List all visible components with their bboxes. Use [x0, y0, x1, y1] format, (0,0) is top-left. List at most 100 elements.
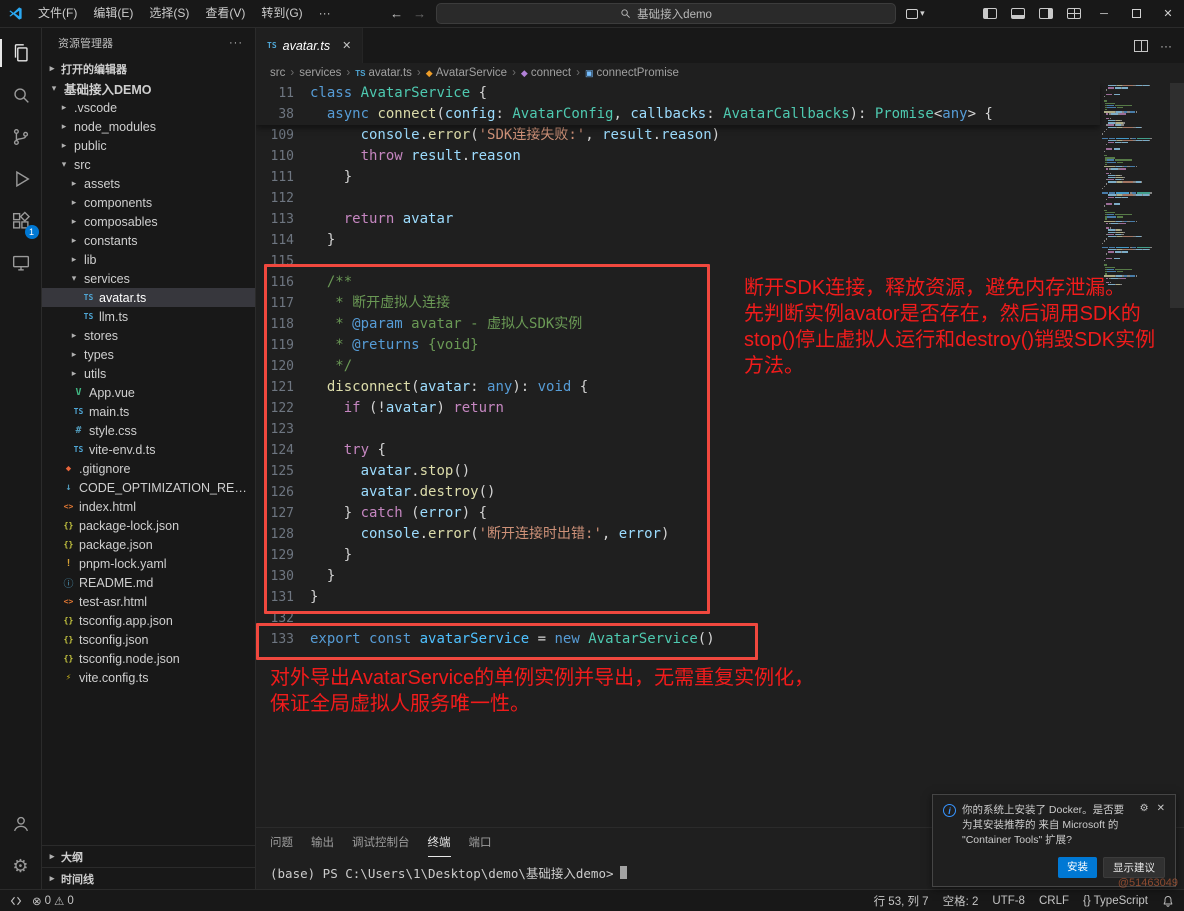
menubar-item-···[interactable]: ···	[311, 0, 339, 27]
tree-item-.gitignore[interactable]: ◆ .gitignore	[42, 459, 255, 478]
notification-gear-icon[interactable]: ⚙	[1140, 803, 1149, 814]
minimize-button[interactable]: ─	[1088, 0, 1120, 27]
tree-item-tsconfig.json[interactable]: {} tsconfig.json	[42, 630, 255, 649]
tree-item-tsconfig.node.json[interactable]: {} tsconfig.node.json	[42, 649, 255, 668]
tree-item-pnpm-lock.yaml[interactable]: ! pnpm-lock.yaml	[42, 554, 255, 573]
problems-status[interactable]: ⊗ 0 ⚠ 0	[32, 894, 74, 908]
toggle-secondary-sidebar-icon[interactable]	[1039, 8, 1053, 19]
tree-item-components[interactable]: ▸ components	[42, 193, 255, 212]
tree-item-llm.ts[interactable]: TS llm.ts	[42, 307, 255, 326]
tree-item-index.html[interactable]: <> index.html	[42, 497, 255, 516]
breadcrumb-connect[interactable]: ◆ connect	[521, 67, 571, 79]
tree-item-CODE_OPTIMIZATION_REPORT.md[interactable]: ↓ CODE_OPTIMIZATION_REPORT.md	[42, 478, 255, 497]
open-editors-label: 打开的编辑器	[61, 63, 127, 76]
field-symbol-icon: ▣	[584, 67, 594, 78]
activity-search[interactable]	[0, 74, 42, 116]
tree-item-lib[interactable]: ▸ lib	[42, 250, 255, 269]
tree-item-public[interactable]: ▸ public	[42, 136, 255, 155]
tree-item-stores[interactable]: ▸ stores	[42, 326, 255, 345]
tree-item-services[interactable]: ▾ services	[42, 269, 255, 288]
file-icon-json: {}	[63, 654, 74, 663]
tree-item-package-lock.json[interactable]: {} package-lock.json	[42, 516, 255, 535]
editor-scrollbar[interactable]	[1170, 83, 1184, 827]
activity-run-debug[interactable]	[0, 158, 42, 200]
menubar-item-文件(F)[interactable]: 文件(F)	[30, 0, 85, 27]
copilot-dropdown-icon[interactable]: ▾	[906, 8, 925, 19]
outline-section[interactable]: ▸ 大纲	[42, 845, 255, 867]
remote-icon[interactable]	[10, 895, 22, 907]
breadcrumb-avatar.ts[interactable]: TS avatar.ts	[355, 67, 412, 79]
tree-item-types[interactable]: ▸ types	[42, 345, 255, 364]
activity-source-control[interactable]	[0, 116, 42, 158]
menubar-item-转到(G)[interactable]: 转到(G)	[253, 0, 310, 27]
panel-tab-问题[interactable]: 问题	[270, 828, 293, 857]
breadcrumb-services[interactable]: services	[299, 67, 341, 79]
tree-item-vite-env.d.ts[interactable]: TS vite-env.d.ts	[42, 440, 255, 459]
split-editor-icon[interactable]	[1134, 39, 1148, 52]
tree-item-main.ts[interactable]: TS main.ts	[42, 402, 255, 421]
editor-more-icon[interactable]: ···	[1160, 39, 1172, 53]
minimap[interactable]	[1102, 85, 1170, 286]
line-number: 113	[270, 212, 294, 227]
tree-item-.vscode[interactable]: ▸ .vscode	[42, 98, 255, 117]
panel-tab-调试控制台[interactable]: 调试控制台	[352, 828, 410, 857]
tree-item-assets[interactable]: ▸ assets	[42, 174, 255, 193]
tree-item-vite.config.ts[interactable]: ⚡ vite.config.ts	[42, 668, 255, 687]
back-arrow-icon[interactable]: ←	[390, 6, 403, 21]
sidebar-more-icon[interactable]: ···	[229, 37, 243, 49]
status-行 53, 列 7[interactable]: 行 53, 列 7	[874, 893, 929, 909]
tree-item-style.css[interactable]: # style.css	[42, 421, 255, 440]
command-center-search[interactable]: 基础接入demo	[436, 3, 897, 24]
maximize-button[interactable]	[1120, 0, 1152, 27]
toggle-sidebar-icon[interactable]	[983, 8, 997, 19]
show-recommendations-button[interactable]: 显示建议	[1103, 856, 1165, 878]
panel-tab-终端[interactable]: 终端	[427, 828, 451, 857]
tab-close-icon[interactable]: ✕	[342, 39, 351, 52]
open-editors-section[interactable]: ▸ 打开的编辑器	[42, 58, 255, 79]
tree-item-test-asr.html[interactable]: <> test-asr.html	[42, 592, 255, 611]
tree-item-package.json[interactable]: {} package.json	[42, 535, 255, 554]
menubar-item-编辑(E)[interactable]: 编辑(E)	[85, 0, 141, 27]
ts-symbol-icon: TS	[355, 68, 366, 78]
activity-accounts[interactable]	[0, 803, 42, 845]
status-UTF-8[interactable]: UTF-8	[992, 895, 1025, 907]
panel-tab-端口[interactable]: 端口	[469, 828, 492, 857]
notifications-bell-icon[interactable]	[1162, 895, 1174, 907]
line-number: 11	[278, 86, 294, 101]
tree-item-基础接入DEMO[interactable]: ▾ 基础接入DEMO	[42, 79, 255, 98]
breadcrumb-src[interactable]: src	[270, 67, 285, 79]
tree-item-utils[interactable]: ▸ utils	[42, 364, 255, 383]
tree-item-App.vue[interactable]: V App.vue	[42, 383, 255, 402]
activity-extensions[interactable]: 1	[0, 200, 42, 242]
code-editor[interactable]: 109 console.error('SDK连接失败:', result.rea…	[256, 83, 1184, 827]
notification-close-icon[interactable]: ✕	[1157, 803, 1165, 814]
tree-item-tsconfig.app.json[interactable]: {} tsconfig.app.json	[42, 611, 255, 630]
activity-remote-explorer[interactable]	[0, 242, 42, 284]
status-空格: 2[interactable]: 空格: 2	[943, 893, 979, 909]
status-CRLF[interactable]: CRLF	[1039, 895, 1069, 907]
tree-item-node_modules[interactable]: ▸ node_modules	[42, 117, 255, 136]
forward-arrow-icon[interactable]: →	[413, 6, 426, 21]
activity-settings-gear[interactable]: ⚙	[0, 845, 42, 887]
install-button[interactable]: 安装	[1058, 856, 1097, 878]
tab-avatar-ts[interactable]: TS avatar.ts ✕	[256, 28, 364, 63]
timeline-section[interactable]: ▸ 时间线	[42, 867, 255, 889]
breadcrumb-connectPromise[interactable]: ▣ connectPromise	[585, 67, 679, 79]
tree-item-composables[interactable]: ▸ composables	[42, 212, 255, 231]
toggle-panel-icon[interactable]	[1011, 8, 1025, 19]
menubar-item-选择(S)[interactable]: 选择(S)	[141, 0, 197, 27]
menubar-item-查看(V)[interactable]: 查看(V)	[197, 0, 253, 27]
tree-item-README.md[interactable]: ⓘ README.md	[42, 573, 255, 592]
panel-tab-输出[interactable]: 输出	[311, 828, 334, 857]
sidebar-title: 资源管理器	[58, 38, 113, 50]
close-window-button[interactable]: ✕	[1152, 0, 1184, 27]
tree-item-constants[interactable]: ▸ constants	[42, 231, 255, 250]
status-{} TypeScript[interactable]: {} TypeScript	[1083, 895, 1148, 907]
tree-item-src[interactable]: ▾ src	[42, 155, 255, 174]
breadcrumb-AvatarService[interactable]: ◆ AvatarService	[426, 67, 507, 79]
tree-label: README.md	[79, 575, 154, 590]
tree-item-avatar.ts[interactable]: TS avatar.ts	[42, 288, 255, 307]
tree-label: llm.ts	[99, 309, 129, 324]
activity-explorer[interactable]	[0, 32, 42, 74]
customize-layout-icon[interactable]	[1067, 8, 1081, 19]
